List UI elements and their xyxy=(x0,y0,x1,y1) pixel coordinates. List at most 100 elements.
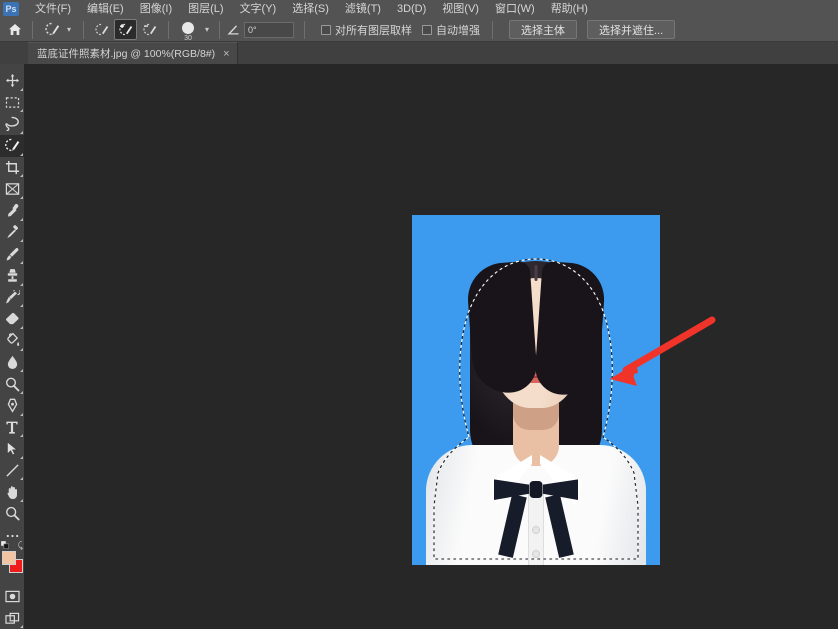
menu-window[interactable]: 窗口(W) xyxy=(487,0,543,18)
hand-tool[interactable] xyxy=(0,481,24,503)
tool-expand-triangle-icon xyxy=(20,239,23,243)
tool-expand-triangle-icon xyxy=(20,87,23,91)
screen-mode-button[interactable] xyxy=(0,607,24,629)
auto-enhance-checkbox[interactable]: 自动增强 xyxy=(422,22,480,38)
auto-enhance-label: 自动增强 xyxy=(436,24,480,37)
select-and-mask-button[interactable]: 选择并遮住... xyxy=(587,20,676,39)
tool-expand-triangle-icon xyxy=(20,499,23,503)
quick-selection-tool[interactable] xyxy=(0,134,24,157)
select-subject-button[interactable]: 选择主体 xyxy=(509,20,577,39)
type-tool[interactable] xyxy=(0,417,24,439)
angle-field[interactable]: 0° xyxy=(226,21,294,39)
document-tab[interactable]: 蓝底证件照素材.jpg @ 100%(RGB/8#) × xyxy=(28,42,238,64)
type-t-icon xyxy=(6,421,18,434)
menu-bar: Ps 文件(F) 编辑(E) 图像(I) 图层(L) 文字(Y) 选择(S) 滤… xyxy=(0,0,838,18)
tools-panel: ⤹ xyxy=(0,64,24,629)
clone-stamp-icon xyxy=(7,269,17,282)
brush-options-chevron-down-icon[interactable]: ▾ xyxy=(201,20,213,40)
blur-tool[interactable] xyxy=(0,352,24,374)
checkbox-icon[interactable] xyxy=(321,24,331,35)
hair-part xyxy=(534,265,538,281)
clone-stamp-tool[interactable] xyxy=(0,265,24,287)
selection-mode-subtract[interactable] xyxy=(138,19,161,40)
tool-expand-triangle-icon xyxy=(20,304,23,308)
menu-layer[interactable]: 图层(L) xyxy=(180,0,231,18)
tool-preset-picker[interactable]: ▾ xyxy=(39,19,77,40)
menu-edit[interactable]: 编辑(E) xyxy=(79,0,132,18)
default-colors-icon[interactable] xyxy=(1,541,9,550)
chevron-down-icon[interactable]: ▾ xyxy=(63,20,75,40)
path-selection-tool[interactable] xyxy=(0,438,24,460)
eraser-tool[interactable] xyxy=(0,308,24,330)
screen-mode-icon xyxy=(4,612,19,624)
color-swatches[interactable]: ⤹ xyxy=(0,540,24,575)
angle-input[interactable]: 0° xyxy=(244,21,294,38)
history-brush-icon xyxy=(5,289,20,304)
checkbox-icon[interactable] xyxy=(422,24,432,35)
swap-colors-icon[interactable]: ⤹ xyxy=(18,540,23,551)
lasso-icon xyxy=(5,116,19,132)
tool-expand-triangle-icon xyxy=(20,347,23,351)
history-brush-tool[interactable] xyxy=(0,287,24,309)
quick-mask-icon xyxy=(4,590,20,603)
options-separator-5 xyxy=(304,20,305,39)
tool-expand-triangle-icon xyxy=(20,390,23,394)
tool-expand-triangle-icon xyxy=(20,477,23,481)
brush-size-preview[interactable]: 30 xyxy=(175,19,201,42)
angle-icon xyxy=(227,24,239,34)
menu-type[interactable]: 文字(Y) xyxy=(232,0,285,18)
tool-expand-triangle-icon xyxy=(20,282,23,286)
brush-size-value: 30 xyxy=(184,34,192,42)
quick-selection-icon xyxy=(4,138,19,152)
path-arrow-icon xyxy=(7,441,18,456)
menu-view[interactable]: 视图(V) xyxy=(434,0,487,18)
pen-tool[interactable] xyxy=(0,395,24,417)
tool-expand-triangle-icon xyxy=(20,412,23,416)
options-separator-3 xyxy=(168,20,169,39)
brush-tool[interactable] xyxy=(0,243,24,265)
crop-tool[interactable] xyxy=(0,157,24,179)
document-tab-bar: 蓝底证件照素材.jpg @ 100%(RGB/8#) × xyxy=(0,42,838,64)
document-image[interactable] xyxy=(412,215,660,565)
healing-brush-tool[interactable] xyxy=(0,222,24,244)
photoshop-logo-icon[interactable]: Ps xyxy=(3,2,19,16)
lasso-tool[interactable] xyxy=(0,113,24,135)
options-separator-2 xyxy=(83,20,84,39)
menu-filter[interactable]: 滤镜(T) xyxy=(337,0,389,18)
shirt-button xyxy=(533,527,539,533)
pen-icon xyxy=(7,398,17,413)
options-bar: ▾ 30 ▾ 0° 对所有图层取样 自动增强 选择主体 选择并遮住... xyxy=(0,18,838,42)
menu-help[interactable]: 帮助(H) xyxy=(543,0,596,18)
close-icon[interactable]: × xyxy=(223,48,229,60)
selection-mode-add[interactable] xyxy=(114,19,137,40)
selection-mode-new[interactable] xyxy=(90,19,113,40)
photoshop-window: Ps 文件(F) 编辑(E) 图像(I) 图层(L) 文字(Y) 选择(S) 滤… xyxy=(0,0,838,629)
dodge-icon xyxy=(5,377,19,391)
home-icon[interactable] xyxy=(4,19,26,41)
quick-mask-button[interactable] xyxy=(0,586,24,608)
menu-3d[interactable]: 3D(D) xyxy=(389,0,434,18)
canvas-area[interactable] xyxy=(24,64,838,629)
move-tool[interactable] xyxy=(0,70,24,92)
marquee-tool[interactable] xyxy=(0,92,24,114)
menu-image[interactable]: 图像(I) xyxy=(132,0,180,18)
zoom-tool[interactable] xyxy=(0,503,24,525)
shirt-button xyxy=(533,551,539,557)
foreground-color-swatch[interactable] xyxy=(2,551,16,566)
rectangular-marquee-icon xyxy=(5,97,19,108)
tool-expand-triangle-icon xyxy=(20,369,23,373)
paint-bucket-tool[interactable] xyxy=(0,330,24,352)
sample-all-layers-checkbox[interactable]: 对所有图层取样 xyxy=(321,22,412,38)
menu-file[interactable]: 文件(F) xyxy=(27,0,79,18)
healing-brush-icon xyxy=(6,225,18,239)
eyedropper-tool[interactable] xyxy=(0,200,24,222)
tool-expand-triangle-icon xyxy=(20,434,23,438)
tool-expand-triangle-icon xyxy=(20,109,23,113)
eraser-icon xyxy=(5,312,19,325)
frame-tool[interactable] xyxy=(0,178,24,200)
dodge-tool[interactable] xyxy=(0,373,24,395)
tool-expand-triangle-icon xyxy=(20,455,23,459)
line-tool[interactable] xyxy=(0,460,24,482)
menu-select[interactable]: 选择(S) xyxy=(284,0,337,18)
tool-expand-triangle-icon xyxy=(20,217,23,221)
